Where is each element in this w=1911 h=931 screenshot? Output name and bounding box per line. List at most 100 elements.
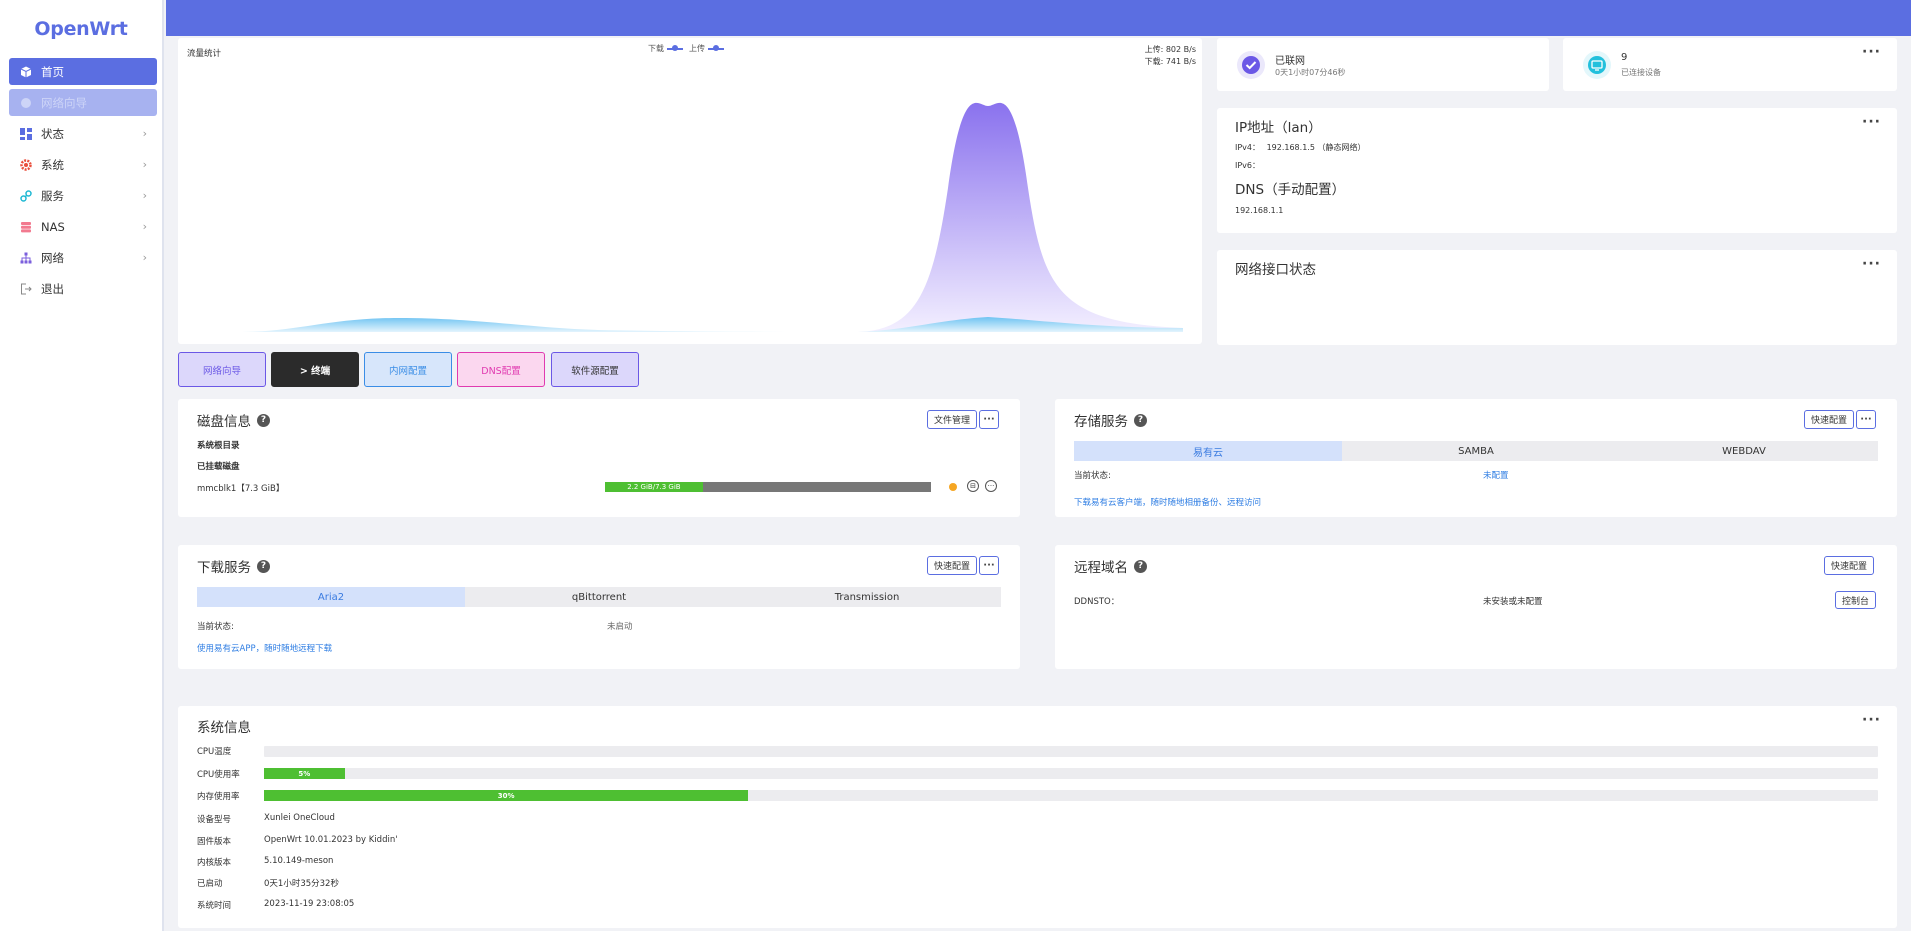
network-icon bbox=[19, 251, 33, 265]
network-status-card: 已联网 0天1小时07分46秒 bbox=[1217, 38, 1549, 91]
sidebar: OpenWrt 首页 网络向导 状态 › 系统 › 服务 › NAS › 网络 … bbox=[0, 0, 164, 931]
cpu-usage-fill: 5% bbox=[264, 768, 345, 779]
traffic-chart-card: 流量统计 下载 上传 上传: 802 B/s 下载: 741 B/s bbox=[178, 38, 1202, 344]
sidebar-item-label: 网络 bbox=[41, 250, 64, 265]
system-time-value: 2023-11-19 23:08:05 bbox=[264, 899, 355, 909]
storage-client-link[interactable]: 下载易有云客户端，随时随地相册备份、远程访问 bbox=[1074, 496, 1261, 508]
firmware-value: OpenWrt 10.01.2023 by Kiddin' bbox=[264, 835, 398, 845]
system-title: 系统信息 bbox=[197, 720, 251, 736]
console-button[interactable]: 控制台 bbox=[1835, 591, 1877, 609]
sidebar-item-nas[interactable]: NAS › bbox=[9, 213, 157, 240]
help-icon[interactable]: ? bbox=[257, 413, 270, 427]
network-wizard-button[interactable]: 网络向导 bbox=[178, 352, 266, 387]
storage-status-value[interactable]: 未配置 bbox=[1483, 469, 1509, 481]
download-title: 下载服务? bbox=[197, 556, 270, 576]
more-icon[interactable]: ··· bbox=[979, 556, 999, 575]
ddnsto-label: DDNSTO： bbox=[1074, 597, 1120, 607]
more-icon[interactable]: ··· bbox=[1862, 712, 1881, 728]
database-icon bbox=[19, 220, 33, 234]
kernel-label: 内核版本 bbox=[197, 858, 232, 868]
sidebar-item-label: 退出 bbox=[41, 281, 64, 296]
interfaces-card: 网络接口状态 ··· bbox=[1217, 250, 1897, 345]
ip-address-card: IP地址（lan） ··· IPv4： 192.168.1.5 （静态网络） I… bbox=[1217, 108, 1897, 233]
tab-yiyouyun[interactable]: 易有云 bbox=[1074, 441, 1342, 461]
sidebar-item-system[interactable]: 系统 › bbox=[9, 151, 157, 178]
cpu-usage-label: CPU使用率 bbox=[197, 770, 240, 780]
storage-quick-config-button[interactable]: 快速配置 bbox=[1804, 410, 1855, 429]
more-icon[interactable]: ··· bbox=[1862, 114, 1881, 130]
sidebar-item-home[interactable]: 首页 bbox=[9, 58, 157, 85]
tab-aria2[interactable]: Aria2 bbox=[197, 587, 465, 607]
system-root-label: 系统根目录 bbox=[197, 441, 240, 451]
dns-config-button[interactable]: DNS配置 bbox=[457, 352, 545, 387]
cube-icon bbox=[19, 65, 33, 79]
status-dot-icon bbox=[949, 483, 957, 491]
ipv4-row: IPv4： 192.168.1.5 （静态网络） bbox=[1235, 143, 1366, 152]
sidebar-item-label: 网络向导 bbox=[41, 95, 87, 110]
model-value: Xunlei OneCloud bbox=[264, 813, 335, 823]
tab-samba[interactable]: SAMBA bbox=[1342, 441, 1610, 461]
ip-title: IP地址（lan） bbox=[1235, 120, 1322, 136]
device-count: 9 bbox=[1621, 52, 1628, 63]
interfaces-title: 网络接口状态 bbox=[1235, 262, 1316, 278]
file-manager-button[interactable]: 文件管理 bbox=[927, 410, 978, 429]
download-series-area bbox=[858, 102, 1183, 332]
storage-tabs: 易有云 SAMBA WEBDAV bbox=[1074, 441, 1878, 461]
traffic-graph bbox=[238, 102, 1183, 332]
download-app-link[interactable]: 使用易有云APP，随时随地远程下载 bbox=[197, 642, 332, 654]
storage-status-label: 当前状态: bbox=[1074, 471, 1111, 481]
model-label: 设备型号 bbox=[197, 815, 232, 825]
sidebar-item-label: 状态 bbox=[41, 126, 64, 141]
more-icon[interactable]: ··· bbox=[979, 410, 999, 429]
disk-settings-icon[interactable]: ⊟ bbox=[967, 480, 979, 492]
devices-card: 9 已连接设备 ··· bbox=[1563, 38, 1897, 91]
tab-transmission[interactable]: Transmission bbox=[733, 587, 1001, 607]
link-icon bbox=[19, 189, 33, 203]
logout-icon bbox=[19, 282, 33, 296]
top-bar bbox=[166, 0, 1911, 36]
disk-more-icon[interactable]: ··· bbox=[985, 480, 997, 492]
sidebar-item-label: 服务 bbox=[41, 188, 64, 203]
download-quick-config-button[interactable]: 快速配置 bbox=[927, 556, 978, 575]
dashboard-icon bbox=[19, 127, 33, 141]
more-icon[interactable]: ··· bbox=[1862, 256, 1881, 272]
tab-qbittorrent[interactable]: qBittorrent bbox=[465, 587, 733, 607]
help-icon[interactable]: ? bbox=[1134, 413, 1147, 427]
remote-domain-card: 远程域名? 快速配置 DDNSTO： 未安装或未配置 控制台 bbox=[1055, 545, 1897, 669]
tab-webdav[interactable]: WEBDAV bbox=[1610, 441, 1878, 461]
check-circle-icon bbox=[1237, 51, 1265, 79]
mounted-disk-label: 已挂载磁盘 bbox=[197, 462, 240, 472]
firmware-label: 固件版本 bbox=[197, 837, 232, 847]
wizard-icon bbox=[19, 96, 33, 110]
sidebar-item-logout[interactable]: 退出 bbox=[9, 275, 157, 302]
download-service-card: 下载服务? 快速配置 ··· Aria2 qBittorrent Transmi… bbox=[178, 545, 1020, 669]
sidebar-item-services[interactable]: 服务 › bbox=[9, 182, 157, 209]
chevron-right-icon: › bbox=[142, 158, 147, 171]
uptime-label: 已启动 bbox=[197, 879, 223, 889]
help-icon[interactable]: ? bbox=[1134, 559, 1147, 573]
sidebar-item-label: NAS bbox=[41, 219, 65, 234]
sidebar-item-status[interactable]: 状态 › bbox=[9, 120, 157, 147]
sidebar-item-network-wizard[interactable]: 网络向导 bbox=[9, 89, 157, 116]
remote-quick-config-button[interactable]: 快速配置 bbox=[1824, 556, 1875, 575]
disk-title: 磁盘信息? bbox=[197, 410, 270, 430]
brand-logo[interactable]: OpenWrt bbox=[0, 0, 162, 58]
more-icon[interactable]: ··· bbox=[1856, 410, 1876, 429]
cpu-temp-label: CPU温度 bbox=[197, 747, 232, 757]
more-icon[interactable]: ··· bbox=[1862, 44, 1881, 60]
mem-usage-label: 内存使用率 bbox=[197, 792, 240, 802]
terminal-button[interactable]: > 终端 bbox=[271, 352, 359, 387]
help-icon[interactable]: ? bbox=[257, 559, 270, 573]
ddnsto-status: 未安装或未配置 bbox=[1483, 597, 1543, 607]
disk-usage-fill: 2.2 GiB/7.3 GiB bbox=[605, 482, 703, 492]
system-time-label: 系统时间 bbox=[197, 901, 232, 911]
device-icon bbox=[1583, 51, 1611, 79]
lan-config-button[interactable]: 内网配置 bbox=[364, 352, 452, 387]
sidebar-item-label: 首页 bbox=[41, 64, 64, 79]
software-source-button[interactable]: 软件源配置 bbox=[551, 352, 639, 387]
chevron-right-icon: › bbox=[142, 251, 147, 264]
download-status-value: 未启动 bbox=[607, 622, 633, 632]
sidebar-item-network[interactable]: 网络 › bbox=[9, 244, 157, 271]
ipv6-row: IPv6： bbox=[1235, 161, 1261, 170]
sidebar-item-label: 系统 bbox=[41, 157, 64, 172]
